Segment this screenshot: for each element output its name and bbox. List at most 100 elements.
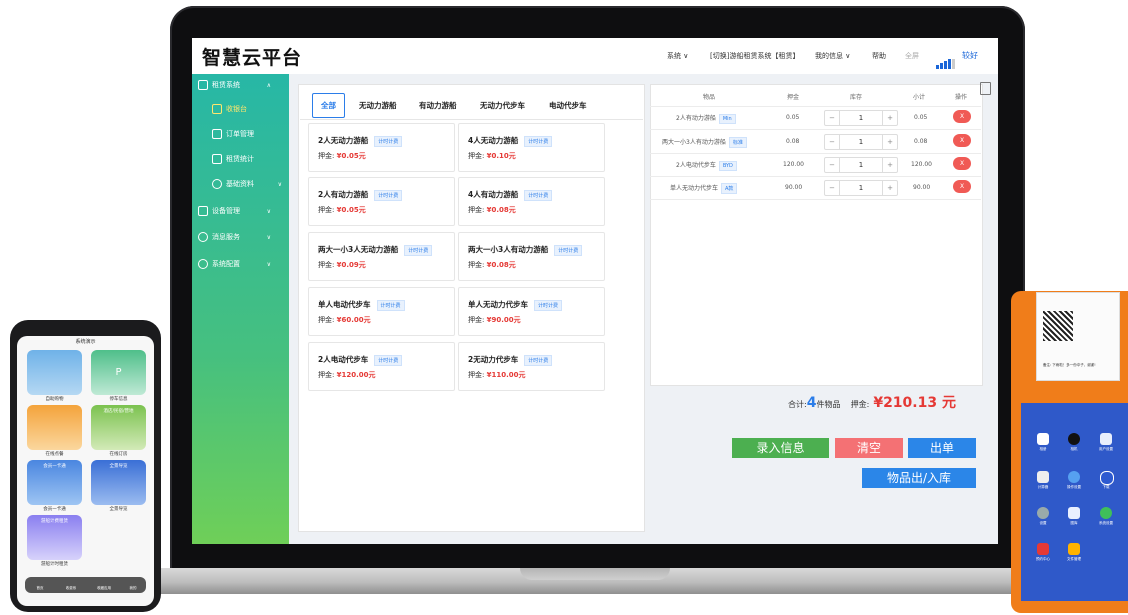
app-tile-boat-rental[interactable]: 游船计费租赁: [27, 515, 82, 560]
product-card[interactable]: 2人有动力游船 计时计费 押金: ¥0.05元: [308, 177, 455, 226]
product-card[interactable]: 单人电动代步车 计时计费 押金: ¥60.00元: [308, 287, 455, 336]
minus-button[interactable]: −: [825, 184, 839, 192]
product-card[interactable]: 2人电动代步车 计时计费 押金: ¥120.00元: [308, 342, 455, 391]
product-name: 4人无动力游船: [468, 136, 519, 145]
smile-icon: [198, 80, 208, 90]
table-divider: [650, 153, 981, 154]
billing-tag: 计时计费: [524, 354, 553, 366]
quantity-value[interactable]: 1: [839, 111, 883, 125]
cart-item: 单人无动力代步车 A款: [670, 183, 738, 194]
app-icon[interactable]: [1100, 433, 1112, 445]
sidebar-item-basic[interactable]: 基础资料 ∨: [212, 173, 287, 195]
product-card[interactable]: 2无动力代步车 计时计费 押金: ¥110.00元: [458, 342, 605, 391]
app-tile-parking[interactable]: P: [91, 350, 146, 395]
product-card[interactable]: 2人无动力游船 计时计费 押金: ¥0.05元: [308, 123, 455, 172]
clear-button[interactable]: 清空: [835, 438, 903, 458]
tab-electric-scooter[interactable]: 电动代步车: [549, 100, 587, 111]
sidebar-item-devices[interactable]: 设备管理 ∨: [198, 200, 283, 222]
receipt-paper: 备注: 下雨啦！多一份伞子，谢谢!: [1036, 292, 1120, 381]
app-tile-dining[interactable]: [27, 405, 82, 450]
signal-icon: [936, 50, 956, 69]
table-divider: [650, 106, 981, 107]
nav-mine[interactable]: 我的: [123, 586, 143, 591]
cart-item: 两大一小3人有动力游船 标准: [662, 137, 747, 148]
product-deposit: ¥60.00元: [336, 316, 371, 324]
sidebar-item-messages[interactable]: 消息服务 ∨: [198, 226, 283, 248]
product-deposit: ¥0.05元: [336, 206, 366, 214]
app-tile-hotel[interactable]: 酒店/民宿/营地: [91, 405, 146, 450]
minus-button[interactable]: −: [825, 138, 839, 146]
nav-fullscreen[interactable]: 全屏: [905, 51, 919, 61]
nav-charges[interactable]: 收费系: [61, 586, 81, 591]
tab-unpowered-scooter[interactable]: 无动力代步车: [480, 100, 525, 111]
sidebar-item-rental[interactable]: 租赁系统 ∧: [198, 74, 283, 96]
remove-button[interactable]: X: [953, 157, 971, 170]
remove-button[interactable]: X: [953, 134, 971, 147]
gallery-icon[interactable]: [1068, 507, 1080, 519]
nav-system[interactable]: 系统 ∨: [667, 51, 688, 61]
sidebar-item-stats[interactable]: 租赁统计: [212, 148, 287, 170]
billing-tag: 计时计费: [376, 299, 405, 311]
quantity-value[interactable]: 1: [839, 135, 883, 149]
enter-info-button[interactable]: 录入信息: [732, 438, 829, 458]
app-tile-panorama[interactable]: 全景导览: [91, 460, 146, 505]
quantity-stepper[interactable]: −1 +: [824, 180, 898, 196]
product-card[interactable]: 单人无动力代步车 计时计费 押金: ¥90.00元: [458, 287, 605, 336]
cart-deposit: 120.00: [783, 161, 804, 168]
plus-button[interactable]: +: [883, 161, 897, 169]
quantity-stepper[interactable]: −1 +: [824, 134, 898, 150]
stock-io-button[interactable]: 物品出/入库: [862, 468, 976, 488]
deposit-total: ¥210.13 元: [873, 395, 956, 411]
nav-my-info[interactable]: 我的信息 ∨: [815, 51, 850, 61]
chevron-up-icon: ∧: [266, 81, 271, 89]
cart-header-deposit: 押金: [787, 94, 800, 101]
plus-button[interactable]: +: [883, 184, 897, 192]
tab-all[interactable]: 全部: [312, 93, 345, 118]
billing-tag: 计时计费: [524, 189, 553, 201]
quantity-value[interactable]: 1: [839, 181, 883, 195]
qr-code-icon: [1043, 311, 1073, 341]
app-tile-membership[interactable]: 会员一卡通: [27, 460, 82, 505]
tab-powered-boat[interactable]: 有动力游船: [419, 100, 457, 111]
settings-icon: [198, 259, 208, 269]
product-card[interactable]: 两大一小3人有动力游船 计时计费 押金: ¥0.08元: [458, 232, 605, 281]
minus-button[interactable]: −: [825, 114, 839, 122]
tab-unpowered-boat[interactable]: 无动力游船: [359, 100, 397, 111]
cart-header-action: 操作: [955, 94, 968, 101]
product-name: 两大一小3人无动力游船: [318, 245, 399, 254]
app-icon[interactable]: [1037, 433, 1049, 445]
product-card[interactable]: 4人有动力游船 计时计费 押金: ¥0.08元: [458, 177, 605, 226]
folder-icon[interactable]: [1068, 543, 1080, 555]
quantity-stepper[interactable]: −1 +: [824, 157, 898, 173]
app-icon[interactable]: [1037, 543, 1049, 555]
product-card[interactable]: 两大一小3人无动力游船 计时计费 押金: ¥0.09元: [308, 232, 455, 281]
checkout-button[interactable]: 出单: [908, 438, 976, 458]
app-tile-shopping[interactable]: [27, 350, 82, 395]
app-header: 智慧云平台 系统 ∨ [切换]游船租赁系统【租赁】 我的信息 ∨ 帮助 全屏 较…: [192, 38, 998, 75]
plus-button[interactable]: +: [883, 138, 897, 146]
nav-home[interactable]: 首页: [30, 586, 50, 591]
product-deposit: ¥110.00元: [486, 371, 526, 379]
download-icon[interactable]: [1100, 471, 1114, 485]
minus-button[interactable]: −: [825, 161, 839, 169]
app-icon[interactable]: [1068, 471, 1080, 483]
remove-button[interactable]: X: [953, 180, 971, 193]
nav-favorites[interactable]: 收藏应用: [92, 586, 116, 591]
app-icon[interactable]: [1100, 507, 1112, 519]
camera-icon[interactable]: [1068, 433, 1080, 445]
sidebar-item-cashier[interactable]: 收银台: [212, 98, 287, 120]
nav-switch-system[interactable]: [切换]游船租赁系统【租赁】: [710, 51, 799, 61]
sidebar-item-orders[interactable]: 订单管理: [212, 123, 287, 145]
calculator-icon[interactable]: [1037, 471, 1049, 483]
settings-icon[interactable]: [1037, 507, 1049, 519]
pos-screen: 相册 相机 用户设置 计算器 操作设置 下载 设置 图库 系统设置 预约中心 文…: [1021, 403, 1128, 601]
product-card[interactable]: 4人无动力游船 计时计费 押金: ¥0.10元: [458, 123, 605, 172]
quantity-value[interactable]: 1: [839, 158, 883, 172]
print-icon[interactable]: [980, 82, 991, 95]
plus-button[interactable]: +: [883, 114, 897, 122]
phone-screen: 系统演示 自助购物 P 停车信息 在线点餐 酒店/民宿/营地 在线订房 会员一卡…: [17, 336, 154, 606]
remove-button[interactable]: X: [953, 110, 971, 123]
sidebar-item-config[interactable]: 系统配置 ∨: [198, 253, 283, 275]
quantity-stepper[interactable]: −1 +: [824, 110, 898, 126]
nav-help[interactable]: 帮助: [872, 51, 886, 61]
